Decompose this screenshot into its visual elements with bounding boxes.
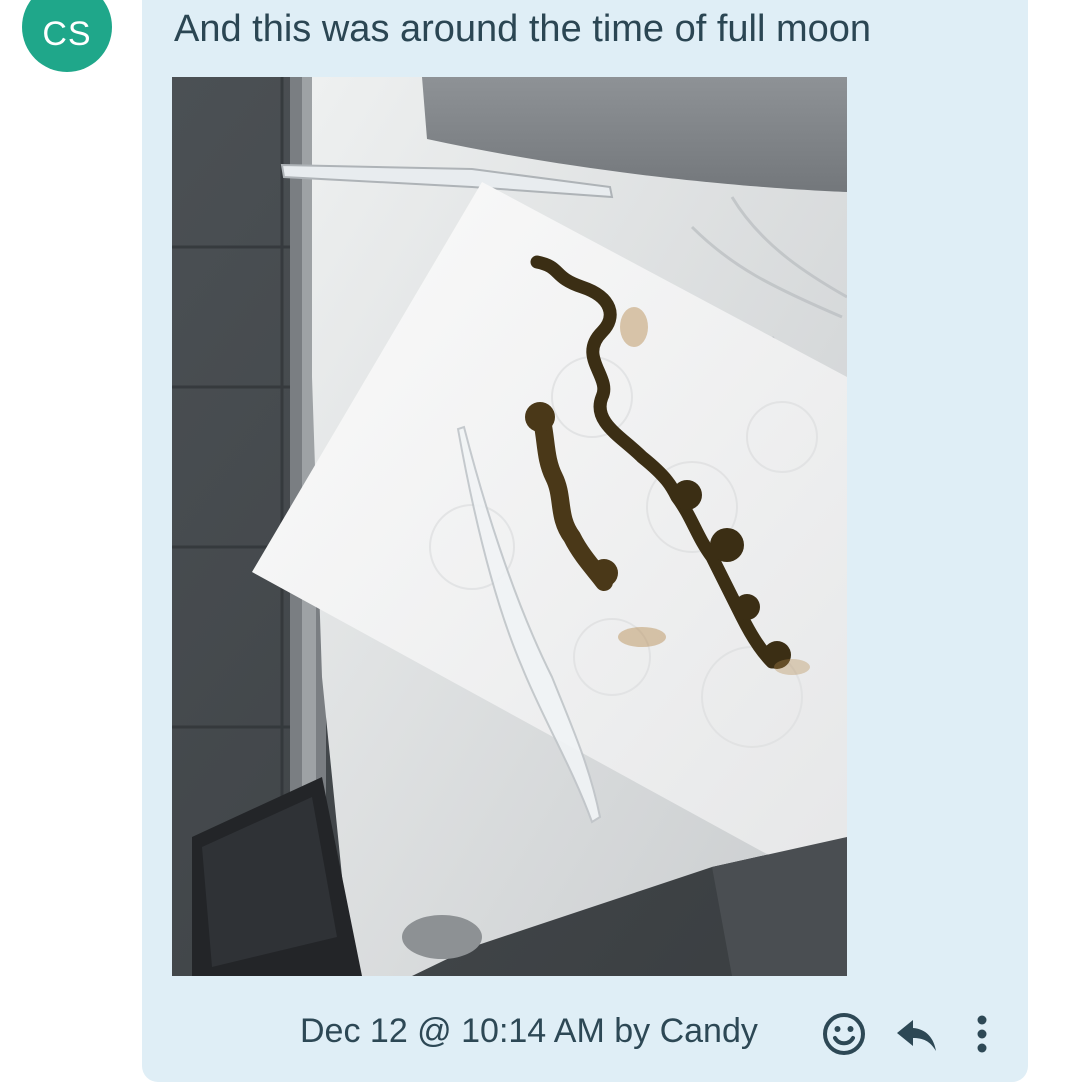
- more-options-button[interactable]: [958, 1010, 1006, 1058]
- reply-button[interactable]: [892, 1010, 940, 1058]
- photo-image: [172, 77, 847, 976]
- vertical-ellipsis-icon: [977, 1015, 987, 1053]
- message-meta: Dec 12 @ 10:14 AM by Candy: [300, 1012, 758, 1050]
- avatar[interactable]: CS: [22, 0, 112, 72]
- photo-attachment[interactable]: [172, 77, 847, 976]
- avatar-initials: CS: [42, 14, 92, 53]
- smiley-icon: [823, 1013, 865, 1055]
- message-text: And this was around the time of full moo…: [174, 8, 872, 50]
- react-button[interactable]: [820, 1010, 868, 1058]
- reply-arrow-icon: [897, 1020, 936, 1051]
